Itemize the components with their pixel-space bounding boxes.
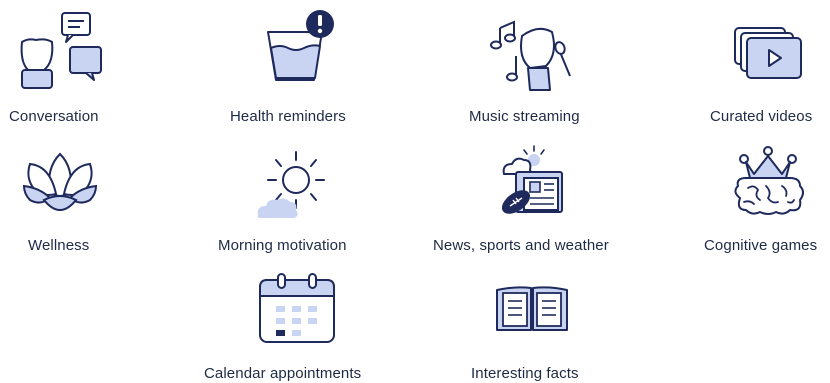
feature-label: Curated videos (710, 108, 813, 125)
sunrise-icon (254, 150, 328, 222)
feature-label: Conversation (9, 108, 99, 125)
book-icon (495, 284, 569, 334)
video-icon (733, 26, 803, 82)
calendar-icon (258, 273, 336, 346)
feature-label: Calendar appointments (204, 365, 362, 382)
feature-label: Interesting facts (471, 365, 579, 382)
health-reminder-icon (262, 6, 340, 86)
feature-label: Music streaming (469, 108, 580, 125)
feature-label: Health reminders (230, 108, 346, 125)
feature-label: Cognitive games (704, 237, 818, 254)
news-icon (494, 144, 576, 216)
feature-label: Morning motivation (218, 237, 347, 254)
feature-label: News, sports and weather (433, 237, 609, 254)
lotus-icon (20, 148, 100, 214)
feature-label: Wellness (28, 237, 90, 254)
conversation-icon (10, 12, 105, 90)
brain-icon (730, 146, 808, 218)
music-icon (488, 14, 578, 94)
